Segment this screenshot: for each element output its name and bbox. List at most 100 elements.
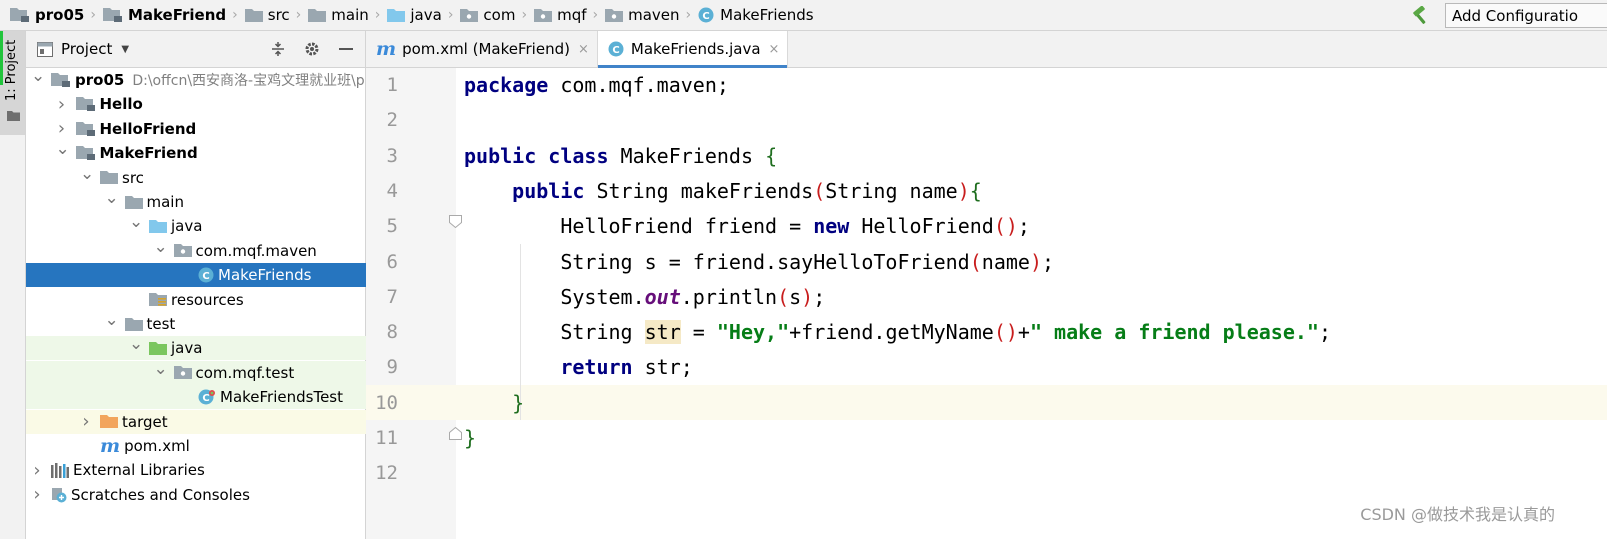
tree-item-label: java [171, 217, 203, 236]
module-folder-icon [75, 145, 96, 161]
code-token: ; [1017, 214, 1030, 239]
line-number: 1 [386, 74, 398, 96]
code-token: } [464, 426, 477, 450]
chevron-right-icon[interactable]: › [56, 118, 68, 139]
module-folder-icon [51, 72, 71, 88]
tree-item-label: pom.xml [124, 437, 190, 455]
folder-icon [308, 8, 327, 23]
close-icon[interactable]: × [769, 42, 780, 57]
class-icon: C [608, 41, 624, 57]
breadcrumb-item-makefriends[interactable]: C MakeFriends [698, 0, 814, 31]
breadcrumb-label: MakeFriend [127, 6, 227, 24]
project-tool-window-tab[interactable]: 1: Project [0, 31, 25, 135]
package-icon [173, 243, 192, 258]
code-token: "Hey," [716, 320, 790, 345]
code-token: String s = friend.sayHelloToFriend [464, 249, 970, 274]
tree-item-pro05[interactable]: ⌄ pro05 D:\offcn\西安商洛-宝鸡文理就业班\p [26, 68, 366, 92]
tree-item-com-mqf-test[interactable]: ⌄ com.mqf.test [26, 360, 366, 385]
line-number: 3 [386, 144, 398, 167]
project-panel-title[interactable]: Project [61, 40, 112, 58]
tree-item-main[interactable]: ⌄ main [26, 190, 366, 214]
project-panel-header: Project ▼ [26, 31, 365, 68]
chevron-down-icon[interactable]: ⌄ [154, 238, 168, 260]
tree-item-label: Scratches and Consoles [71, 485, 250, 504]
libraries-icon [51, 462, 69, 478]
tree-item-resources[interactable]: ›resources [26, 288, 366, 312]
chevron-down-icon[interactable]: ⌄ [129, 214, 143, 235]
tree-item-pom-xml[interactable]: ›mpom.xml [26, 434, 366, 458]
chevron-down-icon[interactable]: ⌄ [154, 360, 168, 382]
breadcrumb-item-pro05[interactable]: pro05 [10, 0, 84, 31]
code-token: String [464, 320, 645, 345]
tree-item-label: MakeFriends [218, 266, 312, 285]
tree-item-makefriendstest[interactable]: ›CMakeFriendsTest [26, 385, 366, 410]
tree-item-scratches-and-consoles[interactable]: › Scratches and Consoles [26, 483, 366, 507]
tree-item-label: MakeFriendsTest [220, 388, 343, 407]
tab-pom-xml-makefriend[interactable]: m pom.xml (MakeFriend) × [366, 31, 598, 67]
gear-icon[interactable] [301, 38, 323, 60]
chevron-down-icon[interactable]: ⌄ [56, 141, 70, 162]
add-configuration-button[interactable]: Add Configuratio [1445, 3, 1607, 28]
code-token: { [765, 143, 778, 168]
tree-item-makefriends[interactable]: ›CMakeFriends [26, 263, 366, 288]
code-token: name [981, 249, 1030, 274]
chevron-right-icon[interactable]: › [31, 484, 43, 505]
breadcrumb-item-maven[interactable]: maven [605, 0, 680, 31]
breadcrumb-item-main[interactable]: main [308, 0, 369, 31]
code-token: HelloFriend friend = [464, 214, 814, 239]
chevron-down-icon[interactable]: ▼ [121, 44, 129, 55]
chevron-right-icon[interactable]: › [31, 460, 43, 481]
code-token: = [680, 320, 717, 345]
breadcrumb-item-makefriend[interactable]: MakeFriend [102, 0, 227, 31]
tree-item-hellofriend[interactable]: › HelloFriend [26, 117, 366, 141]
build-hammer-icon[interactable] [1409, 5, 1431, 27]
code-token: com.mqf.maven; [548, 73, 729, 97]
class-icon: C [698, 7, 714, 23]
svg-text:C: C [612, 45, 619, 56]
code-token: " make a friend please." [1029, 320, 1319, 345]
chevron-down-icon[interactable]: ⌄ [129, 336, 143, 357]
breadcrumb-item-src[interactable]: src [244, 0, 290, 31]
tree-item-label: java [171, 339, 203, 358]
folder-icon [124, 195, 143, 210]
fold-marker-icon[interactable] [449, 215, 462, 228]
source-folder-icon [387, 8, 406, 23]
chevron-down-icon[interactable]: ⌄ [105, 190, 119, 211]
tree-item-external-libraries[interactable]: › External Libraries [26, 458, 366, 482]
svg-text:C: C [202, 271, 209, 282]
breadcrumb-separator-icon: › [447, 7, 454, 23]
minimize-icon[interactable] [335, 38, 357, 60]
breadcrumb-item-mqf[interactable]: mqf [534, 0, 587, 31]
tree-item-java[interactable]: ⌄ java [26, 336, 366, 361]
tree-item-src[interactable]: ⌄ src [26, 165, 366, 190]
code-line: public class MakeFriends { [464, 139, 777, 174]
package-icon [173, 365, 192, 380]
code-line: System.out.println(s); [464, 280, 825, 315]
navigation-bar: pro05 › MakeFriend › src › main › java › com › mqf › m… [0, 0, 1607, 31]
tree-item-makefriend[interactable]: ⌄ MakeFriend [26, 141, 366, 165]
breadcrumb-item-java[interactable]: java [387, 0, 442, 31]
collapse-all-icon[interactable] [267, 38, 289, 60]
chevron-right-icon[interactable]: › [80, 411, 92, 432]
chevron-right-icon[interactable]: › [56, 94, 68, 115]
tree-item-com-mqf-maven[interactable]: ⌄ com.mqf.maven [26, 238, 366, 263]
chevron-down-icon[interactable]: ⌄ [80, 165, 94, 187]
tab-makefriends-java[interactable]: C MakeFriends.java × [597, 31, 789, 68]
breadcrumb-label: MakeFriends [720, 6, 814, 24]
fold-marker-icon[interactable] [449, 427, 462, 440]
code-line: String s = friend.sayHelloToFriend(name)… [464, 245, 1054, 280]
tree-item-hello[interactable]: › Hello [26, 92, 366, 116]
close-icon[interactable]: × [578, 42, 589, 57]
folder-icon [100, 170, 118, 185]
chevron-down-icon[interactable]: ⌄ [105, 312, 119, 333]
tree-item-test[interactable]: ⌄ test [26, 312, 366, 336]
tree-item-java[interactable]: ⌄ java [26, 214, 366, 238]
chevron-down-icon[interactable]: ⌄ [31, 68, 45, 89]
breadcrumb-item-com[interactable]: com [460, 0, 515, 31]
code-token: MakeFriends [608, 143, 766, 168]
tree-item-target[interactable]: › target [26, 409, 366, 434]
tree-item-label: MakeFriend [99, 144, 198, 163]
line-number: 12 [375, 462, 398, 485]
code-area[interactable]: 1 2 3 4 5 6 7 8 9 10 11 12 package com.mqf.maven; pub… [366, 68, 1607, 539]
